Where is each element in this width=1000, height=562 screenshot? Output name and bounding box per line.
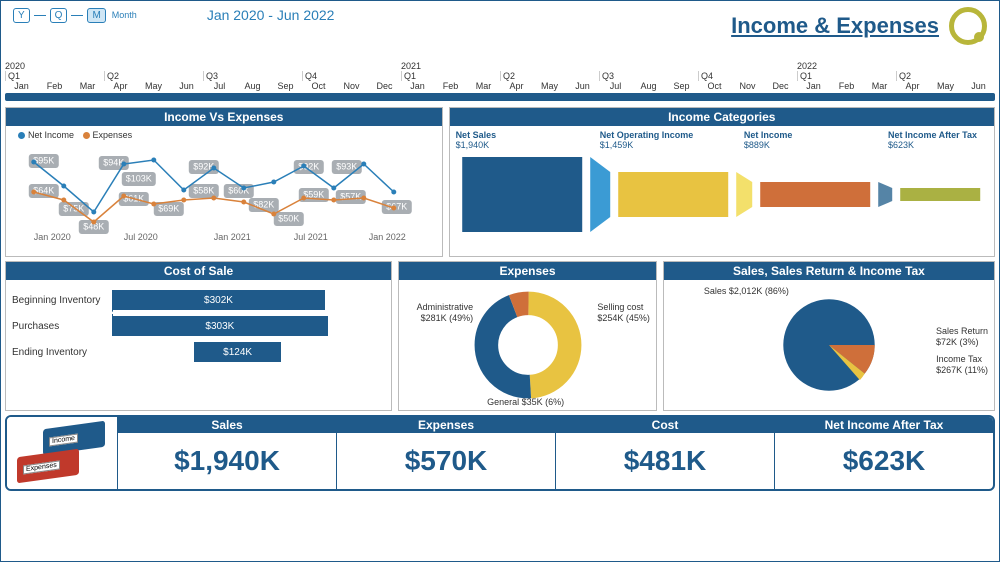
toggle-month[interactable]: M: [87, 8, 105, 23]
svg-text:$58K: $58K: [193, 185, 214, 195]
dashboard: Y Q M Month Jan 2020 - Jun 2022 Income &…: [0, 0, 1000, 562]
period-toggle: Y Q M Month: [13, 8, 137, 23]
legend: Net Income Expenses: [12, 130, 436, 140]
panel-income-vs-expenses: Income Vs Expenses Net Income Expenses $…: [5, 107, 443, 257]
toggle-year[interactable]: Y: [13, 8, 30, 23]
svg-text:Jan 2021: Jan 2021: [214, 232, 251, 242]
panel-title: Income Vs Expenses: [6, 108, 442, 126]
panel-title: Expenses: [399, 262, 656, 280]
donut-label-admin: Administrative$281K (49%): [403, 302, 473, 324]
pie-chart: [769, 285, 889, 405]
funnel-chart: [456, 152, 988, 237]
cost-row: Beginning Inventory $302K: [12, 290, 385, 310]
svg-text:$82K: $82K: [253, 199, 274, 209]
panel-cost-of-sale: Cost of Sale Beginning Inventory $302K P…: [5, 261, 392, 411]
line-chart: $95K $64K $75K $48K $94K $103K $61K $69K…: [12, 142, 436, 242]
cost-row: Purchases $303K: [12, 316, 385, 336]
donut-label-selling: Selling cost$254K (45%): [597, 302, 650, 324]
summary-cost: Cost$481K: [555, 417, 774, 489]
summary-net: Net Income After Tax$623K: [774, 417, 993, 489]
panel-income-categories: Income Categories Net Sales$1,940K Net O…: [449, 107, 995, 257]
pie-label-sales: Sales $2,012K (86%): [704, 286, 789, 297]
funnel-labels: Net Sales$1,940K Net Operating Income$1,…: [456, 130, 988, 150]
date-range: Jan 2020 - Jun 2022: [207, 7, 335, 23]
svg-text:$94K: $94K: [103, 157, 124, 167]
svg-text:Jan 2020: Jan 2020: [34, 232, 71, 242]
summary-sales: Sales$1,940K: [117, 417, 336, 489]
panel-title: Sales, Sales Return & Income Tax: [664, 262, 994, 280]
donut-chart: [473, 290, 583, 400]
svg-text:$103K: $103K: [126, 173, 152, 183]
panel-title: Cost of Sale: [6, 262, 391, 280]
pie-label-tax: Income Tax$267K (11%): [936, 354, 988, 376]
svg-text:$64K: $64K: [33, 185, 54, 195]
svg-text:Jul 2021: Jul 2021: [294, 232, 328, 242]
page-title: Income & Expenses: [731, 7, 987, 45]
svg-text:$50K: $50K: [278, 213, 299, 223]
toggle-quarter[interactable]: Q: [50, 8, 68, 23]
svg-text:Jan 2022: Jan 2022: [369, 232, 406, 242]
logo-icon: [949, 7, 987, 45]
panel-sales-pie: Sales, Sales Return & Income Tax Sales $…: [663, 261, 995, 411]
timeline[interactable]: 202020212022 Q1Q2Q3Q4Q1Q2Q3Q4Q1Q2 JanFeb…: [5, 61, 995, 103]
panel-expenses: Expenses Administrative$281K (49%) Selli…: [398, 261, 657, 411]
topbar: Y Q M Month Jan 2020 - Jun 2022 Income &…: [5, 5, 995, 57]
donut-label-general: General $35K (6%): [487, 397, 564, 408]
panel-title: Income Categories: [450, 108, 994, 126]
toggle-label: Month: [112, 10, 137, 20]
pie-label-return: Sales Return$72K (3%): [936, 326, 988, 348]
summary-expenses: Expenses$570K: [336, 417, 555, 489]
cost-row: Ending Inventory $124K: [12, 342, 385, 362]
svg-text:$69K: $69K: [158, 203, 179, 213]
summary-bar: Income Expenses Sales$1,940K Expenses$57…: [5, 415, 995, 491]
svg-text:$93K: $93K: [336, 161, 357, 171]
binders-icon: Income Expenses: [7, 417, 117, 489]
svg-text:Jul 2020: Jul 2020: [124, 232, 158, 242]
